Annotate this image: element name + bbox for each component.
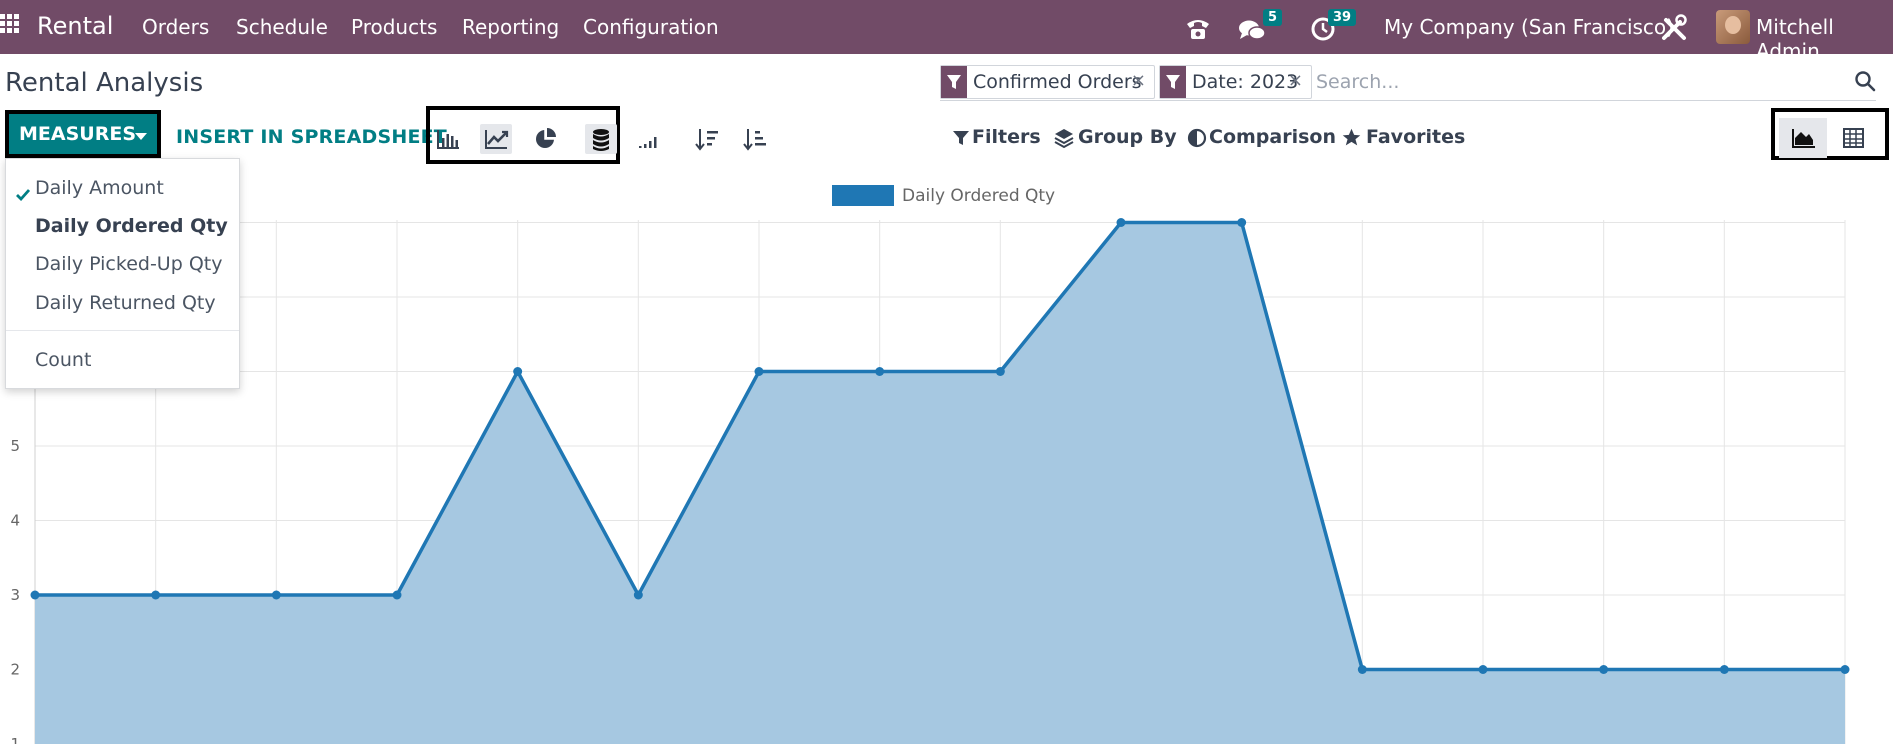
data-point: [151, 590, 161, 600]
dropdown-divider: [6, 330, 239, 331]
debug-tools-icon[interactable]: [1660, 11, 1688, 45]
measure-count[interactable]: Count: [35, 349, 91, 371]
data-point: [1599, 665, 1609, 674]
data-point: [1116, 218, 1126, 227]
menu-schedule[interactable]: Schedule: [236, 15, 328, 39]
caret-down-icon: [135, 133, 147, 140]
facet-date: Date: 2023 ×: [1159, 65, 1312, 99]
search-underline: [940, 100, 1876, 101]
data-point: [1719, 665, 1729, 674]
filter-icon: [953, 131, 969, 145]
search-icon[interactable]: [1854, 70, 1876, 92]
top-navbar: Rental Orders Schedule Products Reportin…: [0, 0, 1893, 63]
y-tick-label: 1: [10, 735, 20, 744]
layers-icon: [1054, 129, 1074, 149]
data-point: [633, 590, 643, 600]
user-menu[interactable]: Mitchell Admin: [1756, 15, 1893, 63]
y-tick-label: 4: [10, 512, 20, 530]
data-point: [1237, 218, 1247, 227]
menu-products[interactable]: Products: [351, 15, 437, 39]
y-tick-label: 3: [10, 586, 20, 604]
graph-view-button[interactable]: [1779, 118, 1827, 158]
search-input[interactable]: Search...: [1316, 71, 1399, 93]
sort-descending-icon[interactable]: [691, 124, 723, 154]
app-menu-grid-icon[interactable]: [0, 14, 20, 40]
line-chart-icon: [485, 130, 509, 149]
messages-icon[interactable]: [1238, 14, 1266, 48]
insert-in-spreadsheet-button[interactable]: INSERT IN SPREADSHEET: [176, 126, 447, 148]
y-tick-label: 5: [10, 437, 20, 455]
menu-configuration[interactable]: Configuration: [583, 15, 719, 39]
database-stack-icon: [593, 129, 609, 151]
legend-label: Daily Ordered Qty: [902, 186, 1055, 206]
data-point: [1840, 665, 1850, 674]
bar-chart-icon[interactable]: [432, 124, 464, 154]
menu-reporting[interactable]: Reporting: [462, 15, 559, 39]
stacked-toggle-button[interactable]: [585, 124, 617, 154]
facet-label: Confirmed Orders: [973, 71, 1142, 93]
filter-facet-icon: [1160, 66, 1186, 98]
y-tick-label: 2: [10, 661, 20, 679]
menu-orders[interactable]: Orders: [142, 15, 209, 39]
filter-facet-icon: [941, 66, 967, 98]
user-avatar[interactable]: [1716, 10, 1750, 44]
cumulative-icon[interactable]: [633, 124, 665, 154]
company-switcher[interactable]: My Company (San Francisco): [1384, 15, 1674, 39]
measures-button[interactable]: MEASURES: [5, 110, 161, 158]
facet-label: Date: 2023: [1192, 71, 1299, 93]
comparison-icon: [1187, 128, 1207, 148]
measures-label: MEASURES: [19, 123, 136, 145]
legend-swatch: [832, 185, 894, 206]
measure-daily-amount[interactable]: Daily Amount: [35, 177, 164, 199]
facet-confirmed-orders: Confirmed Orders ×: [940, 65, 1155, 99]
facet-remove-icon[interactable]: ×: [1288, 70, 1303, 91]
pie-chart-icon[interactable]: [529, 124, 561, 154]
phone-icon[interactable]: [1184, 12, 1212, 46]
group-by-toggle[interactable]: Group By: [1078, 126, 1177, 148]
favorites-toggle[interactable]: Favorites: [1366, 126, 1465, 148]
line-chart-button[interactable]: [480, 124, 512, 154]
filters-toggle[interactable]: Filters: [972, 126, 1041, 148]
area-chart-icon: [1792, 129, 1815, 148]
series-area-fill: [35, 222, 1845, 744]
messages-count-badge: 5: [1263, 9, 1283, 26]
data-point: [513, 367, 523, 376]
data-point: [754, 367, 764, 376]
check-icon: [16, 189, 30, 201]
activities-count-badge: 39: [1328, 9, 1357, 26]
measure-daily-ordered-qty[interactable]: Daily Ordered Qty: [35, 215, 228, 237]
measure-daily-returned-qty[interactable]: Daily Returned Qty: [35, 292, 216, 314]
data-point: [1357, 665, 1367, 674]
pivot-view-button[interactable]: [1829, 118, 1877, 158]
measure-daily-picked-up-qty[interactable]: Daily Picked-Up Qty: [35, 253, 222, 275]
page-title: Rental Analysis: [5, 68, 204, 98]
app-brand[interactable]: Rental: [37, 12, 113, 40]
data-point: [30, 590, 40, 600]
comparison-toggle[interactable]: Comparison: [1209, 126, 1336, 148]
table-grid-icon: [1843, 128, 1864, 148]
data-point: [995, 367, 1005, 376]
sort-ascending-icon[interactable]: [739, 124, 771, 154]
data-point: [392, 590, 402, 600]
data-point: [875, 367, 885, 376]
measures-dropdown: Daily Amount Daily Ordered Qty Daily Pic…: [5, 158, 240, 389]
star-icon: [1342, 128, 1361, 146]
data-point: [1478, 665, 1488, 674]
facet-remove-icon[interactable]: ×: [1131, 70, 1146, 91]
area-chart: 1 2 3 4 5 Daily Ordered Qty: [10, 185, 1850, 744]
data-point: [271, 590, 281, 600]
